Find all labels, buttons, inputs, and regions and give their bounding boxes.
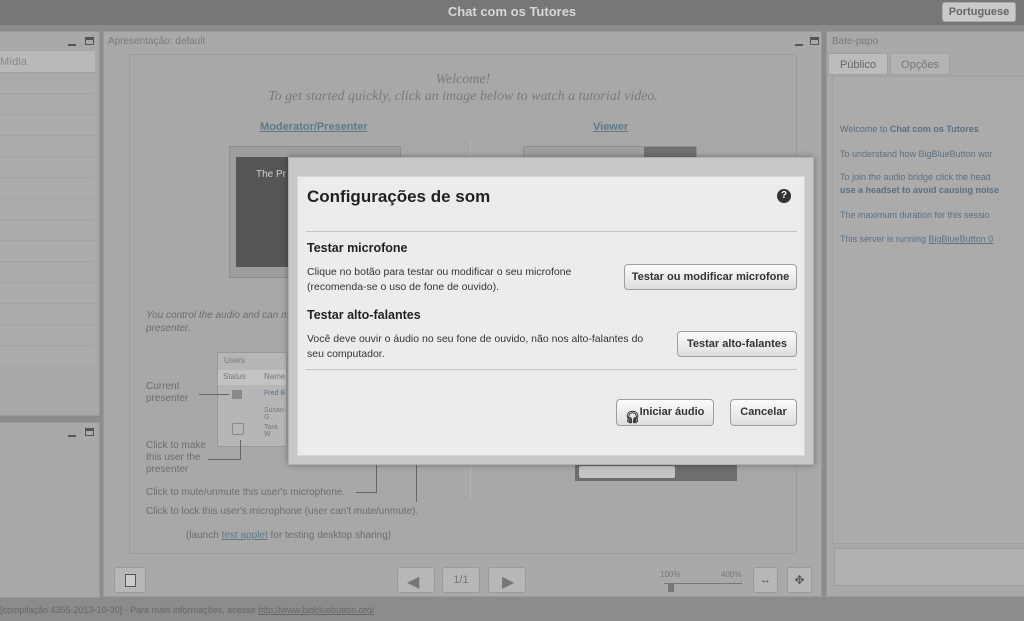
mic-section-title: Testar microfone	[307, 241, 408, 255]
list-row	[0, 200, 95, 220]
zoom-slider-thumb[interactable]	[668, 584, 674, 592]
next-slide-button[interactable]: ▶	[488, 567, 526, 593]
maximize-icon[interactable]	[85, 37, 94, 45]
document-icon	[125, 574, 136, 587]
dialog-title: Configurações de som	[307, 187, 491, 206]
list-row	[0, 305, 95, 325]
media-column-header[interactable]: Mídia	[0, 51, 95, 73]
user-name: Tara W	[264, 424, 278, 438]
lock-note: Click to lock this user's microphone (us…	[146, 506, 419, 517]
audio-note-2: presenter.	[146, 323, 191, 334]
list-row	[0, 116, 95, 136]
presentation-title: Apresentação: default	[108, 36, 206, 47]
users-illustration: Users Status Name Fred B Susan G Tara W	[217, 352, 287, 447]
presenter-icon	[232, 390, 242, 399]
launch-applet-note: (launch test applet for testing desktop …	[186, 530, 392, 541]
fit-width-icon: ↔	[760, 574, 771, 586]
mute-note: Click to mute/unmute this user's microph…	[146, 487, 346, 498]
maximize-icon[interactable]	[85, 428, 94, 436]
list-row	[0, 74, 95, 94]
test-speakers-button[interactable]: Testar alto-falantes	[677, 331, 797, 357]
list-row	[0, 137, 95, 157]
maximize-icon[interactable]	[810, 37, 819, 45]
list-row	[0, 347, 95, 367]
chat-messages	[832, 76, 1024, 544]
welcome-subheading: To get started quickly, click an image b…	[268, 89, 658, 104]
list-row	[0, 95, 95, 115]
minimize-icon[interactable]	[795, 44, 803, 46]
welcome-heading: Welcome!	[435, 72, 491, 87]
bigbluebutton-link[interactable]: BigBlueButton 0	[929, 234, 994, 244]
chat-message: This server is running BigBlueButton 0	[840, 234, 994, 244]
arrow-line	[356, 492, 376, 493]
divider	[306, 231, 797, 232]
list-row	[0, 284, 95, 304]
app-title: Chat com os Tutores	[447, 4, 577, 19]
minimize-icon[interactable]	[68, 44, 76, 46]
arrow-right-icon: ▶	[502, 574, 515, 591]
audio-note: You control the audio and can m	[146, 310, 290, 321]
user-name: Susan G	[264, 407, 284, 421]
mic-description: Clique no botão para testar ou modificar…	[307, 266, 572, 278]
tab-public[interactable]: Público	[828, 53, 888, 75]
video-panel	[0, 422, 100, 598]
move-button[interactable]: ✥	[787, 567, 812, 593]
page-indicator-button[interactable]: 1/1	[442, 567, 480, 593]
move-icon: ✥	[794, 573, 805, 587]
zoom-slider[interactable]	[664, 583, 742, 584]
tab-options[interactable]: Opções	[890, 53, 950, 75]
cancel-button[interactable]: Cancelar	[730, 399, 797, 426]
chat-title: Bate-papo	[832, 36, 879, 47]
speaker-section-title: Testar alto-falantes	[307, 308, 421, 322]
headset-icon: 🎧︎	[625, 410, 641, 424]
start-audio-button[interactable]: 🎧︎ Iniciar áudio	[616, 399, 714, 426]
speaker-description-2: seu computador.	[307, 348, 385, 360]
footer: [compilação 4355-2013-10-30] - Para mais…	[0, 605, 375, 615]
chat-message: To understand how BigBlueButton wor	[840, 149, 993, 159]
help-icon[interactable]: ?	[777, 189, 791, 203]
users-status-header: Status	[223, 372, 246, 381]
chat-message: use a headset to avoid causing noise	[840, 185, 1000, 195]
fit-width-button[interactable]: ↔	[753, 567, 778, 593]
arrow-line	[199, 394, 229, 395]
list-row	[0, 179, 95, 199]
viewer-tutorial-link[interactable]: Viewer	[593, 121, 628, 133]
moderator-tutorial-link[interactable]: Moderator/Presenter	[260, 121, 368, 133]
list-row	[0, 263, 95, 283]
arrow-line	[416, 460, 417, 502]
list-row	[0, 158, 95, 178]
speaker-description: Você deve ouvir o áudio no seu fone de o…	[307, 333, 644, 345]
user-name: Fred B	[264, 390, 286, 397]
users-illustration-label: Users	[224, 356, 245, 365]
list-row	[0, 242, 95, 262]
chat-message: Welcome to Chat com os Tutores	[840, 124, 979, 134]
thumbnail-text: The Pr	[256, 169, 287, 180]
zoom-max-label: 400%	[721, 570, 742, 579]
previous-slide-button[interactable]: ◀	[397, 567, 435, 593]
language-select[interactable]: Portuguese	[942, 2, 1016, 22]
arrow-left-icon: ◀	[407, 574, 420, 591]
mic-description-2: (recomenda-se o uso de fone de ouvido).	[307, 281, 500, 293]
footer-link[interactable]: http://www.bigbluebutton.org/	[258, 605, 374, 615]
test-microphone-button[interactable]: Testar ou modificar microfone	[624, 264, 797, 290]
minimize-icon[interactable]	[68, 435, 76, 437]
chat-message: The maximum duration for this sessio	[840, 210, 990, 220]
current-presenter-note: Current presenter	[146, 381, 189, 404]
users-name-header: Name	[264, 372, 286, 381]
upload-presentation-button[interactable]	[114, 567, 146, 593]
arrow-line	[208, 459, 240, 460]
list-row	[0, 221, 95, 241]
chat-message: To join the audio bridge click the head	[840, 172, 991, 182]
arrow-line	[240, 440, 241, 460]
divider	[306, 369, 797, 370]
test-applet-link[interactable]: test applet	[222, 530, 268, 541]
make-presenter-note: Click to make this user the presenter	[146, 440, 207, 475]
video-progress-bar	[575, 463, 737, 481]
presenter-toggle-icon	[232, 423, 244, 435]
list-row	[0, 326, 95, 346]
chat-input[interactable]	[834, 548, 1024, 586]
zoom-min-label: 100%	[660, 570, 681, 579]
